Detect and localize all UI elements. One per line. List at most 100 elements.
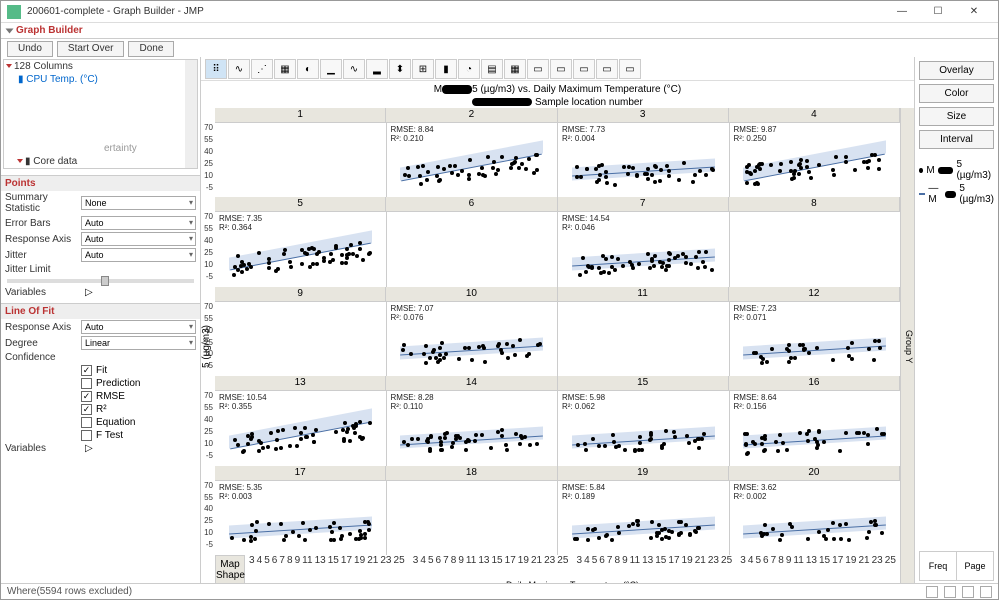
variables-box[interactable]: 128 Columns ▮ CPU Temp. (°C) ertainty ▮ …	[3, 59, 198, 169]
chart-panel[interactable]: RMSE: 5.84R²: 0.189	[558, 481, 730, 555]
element-icon[interactable]: ◐	[297, 59, 319, 79]
element-icon[interactable]: ▦	[274, 59, 296, 79]
close-button[interactable]: ✕	[956, 2, 992, 22]
chart-panel[interactable]	[387, 481, 559, 555]
chart-panel[interactable]: RMSE: 14.54R²: 0.046	[558, 212, 730, 286]
chart-area: ⠿∿⋰▦◐▁∿▂⬍⊞▮◔▤▦▭▭▭▭▭ M5 (µg/m3) vs. Daily…	[201, 57, 914, 585]
select[interactable]: Auto	[81, 320, 196, 334]
chart-panel[interactable]: 7055402510-5RMSE: 7.35R²: 0.364	[215, 212, 387, 286]
jitter-limit-label: Jitter Limit	[5, 264, 81, 275]
element-icon[interactable]: ⬍	[389, 59, 411, 79]
element-icon[interactable]: ▂	[366, 59, 388, 79]
element-icon[interactable]: ▭	[573, 59, 595, 79]
element-icon[interactable]: ∿	[228, 59, 250, 79]
chart-panel[interactable]: 7055402510-5RMSE: 5.35R²: 0.003	[215, 481, 387, 555]
jitter-slider[interactable]	[7, 279, 194, 283]
element-icon[interactable]: ▭	[619, 59, 641, 79]
lof-variables[interactable]: Variables	[5, 443, 81, 454]
drop-button[interactable]: Overlay	[919, 61, 994, 80]
drop-button[interactable]: Color	[919, 84, 994, 103]
group-y-drop[interactable]: Group Y	[900, 108, 914, 585]
freq-page-drop[interactable]: FreqPage	[919, 551, 994, 581]
panel-header: 6	[386, 197, 557, 211]
scrollbar[interactable]	[185, 60, 197, 168]
chart-panel[interactable]: RMSE: 5.98R²: 0.062	[558, 391, 730, 465]
panel-header: 15	[558, 376, 729, 390]
checkbox[interactable]	[81, 404, 92, 415]
panel-header: 7	[558, 197, 729, 211]
status-text: Where(5594 rows excluded)	[7, 586, 132, 597]
element-icon[interactable]: ◔	[458, 59, 480, 79]
lof-header[interactable]: Line Of Fit	[1, 304, 200, 319]
status-icon[interactable]	[980, 586, 992, 598]
panel-header: 14	[386, 376, 557, 390]
map-shape-drop[interactable]: MapShape	[215, 555, 245, 585]
chart-panel[interactable]: 7055402510-5	[215, 302, 387, 376]
chart-panel[interactable]: RMSE: 3.62R²: 0.002	[730, 481, 901, 555]
chart-panel[interactable]: 7055402510-5RMSE: 10.54R²: 0.355	[215, 391, 387, 465]
undo-button[interactable]: Undo	[7, 41, 53, 57]
panel-header: 9	[215, 287, 386, 301]
chart-panel[interactable]: RMSE: 8.28R²: 0.110	[387, 391, 559, 465]
select[interactable]: None	[81, 196, 196, 210]
status-icon[interactable]	[962, 586, 974, 598]
column-item[interactable]: ▮ CPU Temp. (°C)	[4, 73, 197, 86]
drop-button[interactable]: Interval	[919, 130, 994, 149]
panel-header: 2	[386, 108, 557, 122]
chart-panel[interactable]	[387, 212, 559, 286]
element-icon[interactable]: ▁	[320, 59, 342, 79]
select[interactable]: Auto	[81, 232, 196, 246]
panel-header: 8	[729, 197, 900, 211]
select[interactable]: Auto	[81, 216, 196, 230]
select[interactable]: Linear	[81, 336, 196, 350]
chart-panel[interactable]: RMSE: 7.73R²: 0.004	[558, 123, 730, 197]
checkbox[interactable]	[81, 378, 92, 389]
element-icon[interactable]: ∿	[343, 59, 365, 79]
chart-panel[interactable]: 7055402510-5	[215, 123, 387, 197]
element-icon[interactable]: ▮	[435, 59, 457, 79]
outline-title: Graph Builder	[16, 25, 83, 36]
checkbox[interactable]	[81, 430, 92, 441]
element-icon[interactable]: ▤	[481, 59, 503, 79]
chart-panel[interactable]: RMSE: 8.64R²: 0.156	[730, 391, 901, 465]
status-icon[interactable]	[944, 586, 956, 598]
panel-header: 12	[729, 287, 900, 301]
status-bar: Where(5594 rows excluded)	[1, 583, 998, 599]
maximize-button[interactable]: ☐	[920, 2, 956, 22]
element-icon[interactable]: ▭	[550, 59, 572, 79]
start-over-button[interactable]: Start Over	[57, 41, 125, 57]
panel-header: 17	[215, 466, 386, 480]
chart-panel[interactable]: RMSE: 7.07R²: 0.076	[387, 302, 559, 376]
core-data-label[interactable]: ▮ Core data	[18, 156, 77, 167]
window-title: 200601-complete - Graph Builder - JMP	[27, 6, 884, 17]
outline-header[interactable]: Graph Builder	[1, 23, 998, 39]
element-icon[interactable]: ▭	[527, 59, 549, 79]
panel-header: 18	[386, 466, 557, 480]
element-icon[interactable]: ▦	[504, 59, 526, 79]
titlebar: 200601-complete - Graph Builder - JMP — …	[1, 1, 998, 23]
select[interactable]: Auto	[81, 248, 196, 262]
checkbox[interactable]	[81, 365, 92, 376]
element-icon[interactable]: ⊞	[412, 59, 434, 79]
chart-panel[interactable]: RMSE: 8.84R²: 0.210	[387, 123, 559, 197]
chart-panel[interactable]: RMSE: 9.87R²: 0.250	[730, 123, 901, 197]
done-button[interactable]: Done	[128, 41, 174, 57]
chart-panel[interactable]	[558, 302, 730, 376]
chart-panel[interactable]: RMSE: 7.23R²: 0.071	[730, 302, 901, 376]
disclosure-icon	[6, 28, 14, 33]
action-buttons: Undo Start Over Done	[1, 39, 998, 57]
element-icon[interactable]: ⠿	[205, 59, 227, 79]
chart-panel[interactable]	[730, 212, 901, 286]
drop-button[interactable]: Size	[919, 107, 994, 126]
element-icon[interactable]: ⋰	[251, 59, 273, 79]
checkbox[interactable]	[81, 391, 92, 402]
legend: M5 (µg/m3) — M5 (µg/m3)	[919, 159, 994, 207]
points-panel: Points Summary StatisticNoneError BarsAu…	[1, 175, 200, 299]
status-icon[interactable]	[926, 586, 938, 598]
element-icon[interactable]: ▭	[596, 59, 618, 79]
points-variables[interactable]: Variables	[5, 287, 81, 298]
points-header[interactable]: Points	[1, 176, 200, 191]
minimize-button[interactable]: —	[884, 2, 920, 22]
panel-header: 13	[215, 376, 386, 390]
checkbox[interactable]	[81, 417, 92, 428]
